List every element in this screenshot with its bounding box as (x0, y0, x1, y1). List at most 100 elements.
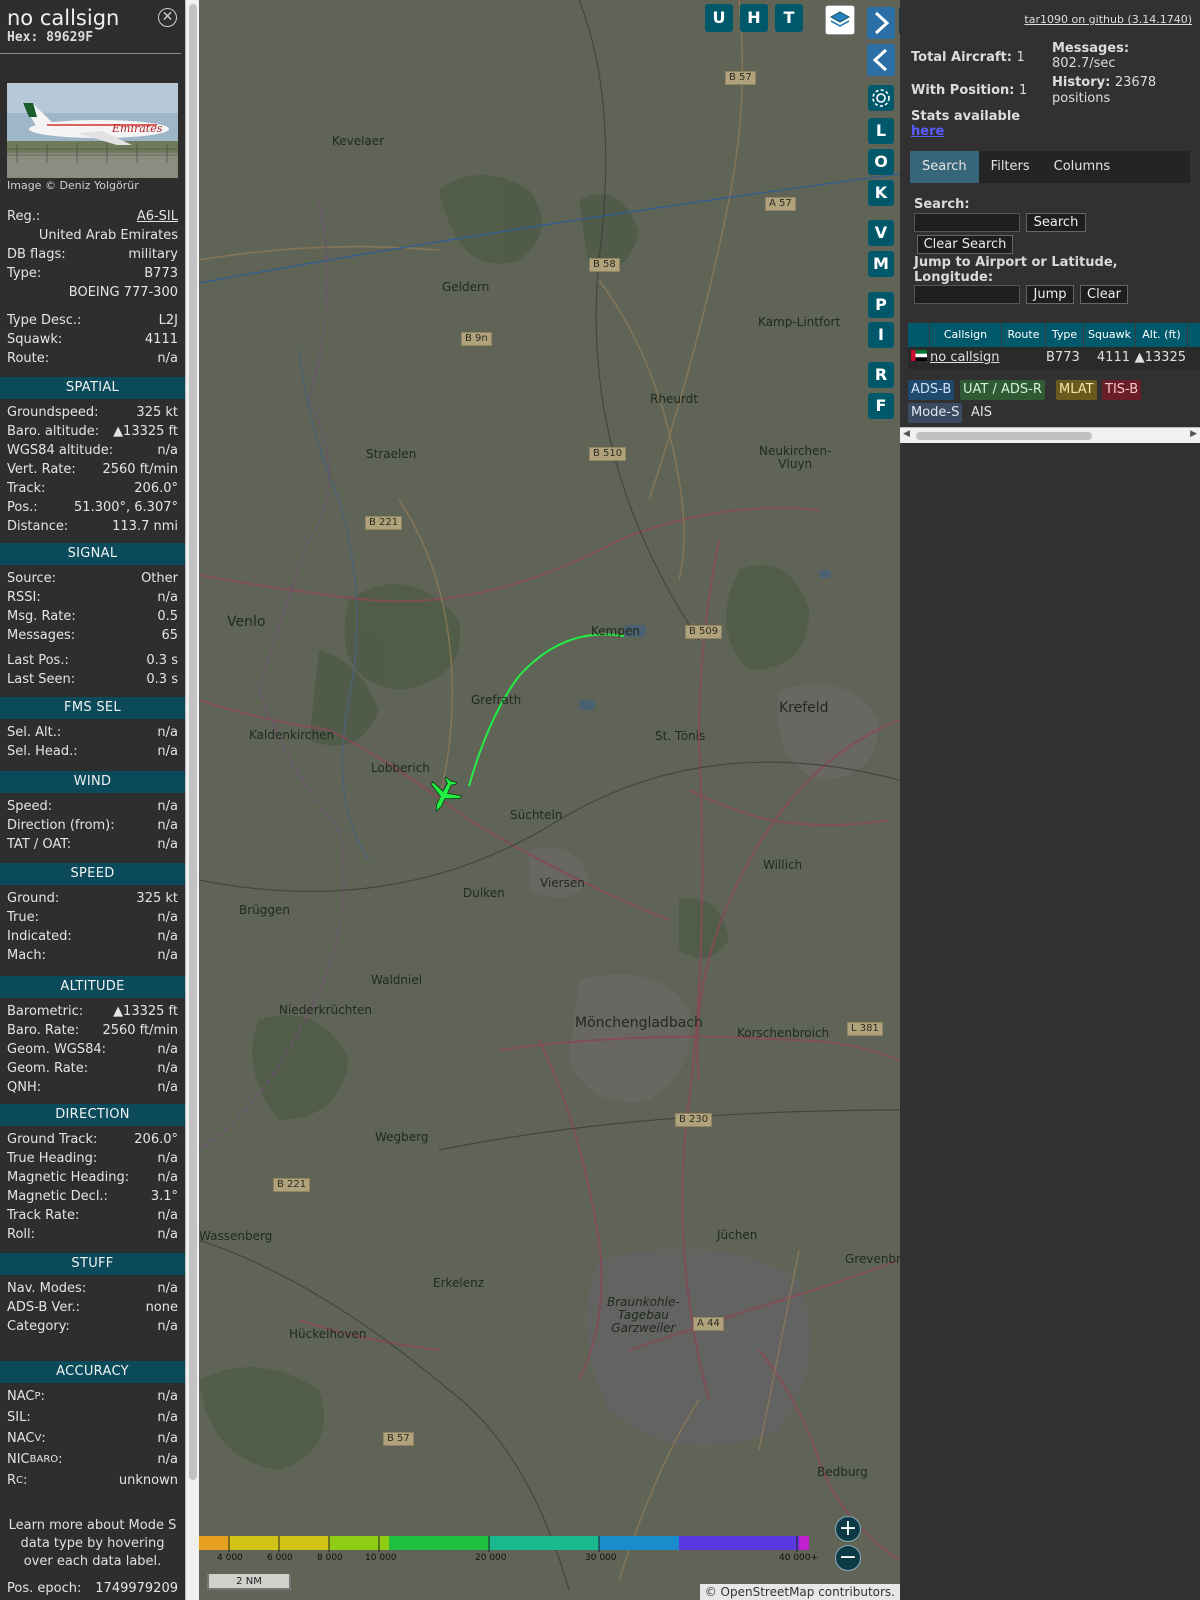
expand-right-arrow-icon[interactable] (867, 7, 895, 39)
jump-button[interactable]: Jump (1026, 285, 1074, 304)
table-row[interactable]: no callsign B773 4111 ▲13325 (908, 347, 1200, 369)
spatial-label[interactable]: Vert. Rate: (7, 461, 76, 479)
aircraft-marker-icon[interactable] (422, 773, 466, 817)
map-button-f[interactable]: F (868, 393, 894, 419)
map-canvas[interactable]: Kevelaer Geldern Kamp-Lintfort Rheurdt Strae… (199, 0, 900, 1600)
map-button-l[interactable]: L (868, 118, 894, 144)
speed-label[interactable]: True: (7, 909, 39, 927)
col-route[interactable]: Route (1002, 323, 1046, 347)
search-input[interactable] (914, 213, 1020, 232)
section-header-spatial[interactable]: SPATIAL (0, 377, 185, 399)
speed-label[interactable]: Mach: (7, 947, 46, 965)
speed-label[interactable]: Ground: (7, 890, 59, 908)
tab-columns[interactable]: Columns (1042, 151, 1123, 183)
speed-label[interactable]: Indicated: (7, 928, 72, 946)
search-button[interactable]: Search (1026, 213, 1086, 232)
source-mlat[interactable]: MLAT (1056, 380, 1097, 400)
layers-icon[interactable] (825, 5, 855, 35)
map-button-i[interactable]: I (868, 322, 894, 348)
map-button-h[interactable]: H (740, 4, 768, 32)
collapse-left-arrow-icon[interactable] (867, 44, 895, 76)
github-link[interactable]: tar1090 on github (3.14.1740) (1024, 13, 1192, 26)
direction-label[interactable]: Ground Track: (7, 1131, 97, 1149)
section-header-direction[interactable]: DIRECTION (0, 1104, 185, 1126)
map-button-u[interactable]: U (705, 4, 733, 32)
section-header-fms[interactable]: FMS SEL (0, 697, 185, 719)
source-ads-b[interactable]: ADS-B (908, 380, 955, 400)
map-button-v[interactable]: V (868, 220, 894, 246)
col-callsign[interactable]: Callsign (930, 323, 1002, 347)
row-callsign[interactable]: no callsign (930, 347, 1046, 369)
spatial-label[interactable]: Track: (7, 480, 45, 498)
signal-label[interactable]: Source: (7, 570, 56, 588)
spatial-label[interactable]: Baro. altitude: (7, 423, 99, 441)
tab-filters[interactable]: Filters (979, 151, 1042, 183)
fms-label[interactable]: Sel. Alt.: (7, 724, 61, 742)
aircraft-photo[interactable]: Emirates (7, 83, 178, 178)
jump-input[interactable] (914, 285, 1020, 304)
accuracy-label[interactable]: NAC (7, 1430, 34, 1448)
map-button-t[interactable]: T (775, 4, 803, 32)
stuff-label[interactable]: Category: (7, 1318, 70, 1336)
spatial-label[interactable]: WGS84 altitude: (7, 442, 113, 460)
table-horizontal-scrollbar[interactable]: ◀ ▶ (900, 427, 1200, 443)
source-uat-ads-r[interactable]: UAT / ADS-R (960, 380, 1045, 400)
clear-search-button[interactable]: Clear Search (917, 235, 1013, 254)
map-button-k[interactable]: K (868, 180, 894, 206)
source-ais[interactable]: AIS (968, 403, 995, 423)
altitude-label[interactable]: Baro. Rate: (7, 1022, 79, 1040)
map-button-p[interactable]: P (868, 292, 894, 318)
zoom-in-button[interactable]: + (835, 1516, 861, 1542)
accuracy-label[interactable]: R (7, 1472, 16, 1490)
direction-label[interactable]: Magnetic Heading: (7, 1169, 129, 1187)
map-button-m[interactable]: M (868, 251, 894, 277)
accuracy-label[interactable]: SIL: (7, 1409, 31, 1427)
altitude-label[interactable]: Geom. Rate: (7, 1060, 88, 1078)
map-button-o[interactable]: O (868, 149, 894, 175)
col-squawk[interactable]: Squawk (1084, 323, 1136, 347)
stuff-label[interactable]: Nav. Modes: (7, 1280, 86, 1298)
signal-label[interactable]: Messages: (7, 627, 75, 645)
direction-label[interactable]: Track Rate: (7, 1207, 79, 1225)
map-button-r[interactable]: R (868, 362, 894, 388)
section-header-wind[interactable]: WIND (0, 771, 185, 793)
clear-jump-button[interactable]: Clear (1080, 285, 1128, 304)
accuracy-label[interactable]: NAC (7, 1388, 34, 1406)
section-header-signal[interactable]: SIGNAL (0, 543, 185, 565)
spatial-label[interactable]: Distance: (7, 518, 68, 536)
spatial-label[interactable]: Groundspeed: (7, 404, 98, 422)
registration-link[interactable]: A6-SIL (137, 208, 178, 226)
stuff-label[interactable]: ADS-B Ver.: (7, 1299, 80, 1317)
direction-label[interactable]: Roll: (7, 1226, 35, 1244)
tab-search[interactable]: Search (910, 151, 979, 183)
settings-gear-icon[interactable] (868, 85, 894, 111)
section-header-altitude[interactable]: ALTITUDE (0, 976, 185, 998)
altitude-label[interactable]: Barometric: (7, 1003, 83, 1021)
col-altitude[interactable]: Alt. (ft) (1136, 323, 1188, 347)
wind-label[interactable]: Direction (from): (7, 817, 115, 835)
col-type[interactable]: Type (1046, 323, 1084, 347)
wind-label[interactable]: TAT / OAT: (7, 836, 71, 854)
source-mode-s[interactable]: Mode-S (908, 403, 963, 423)
altitude-label[interactable]: Geom. WGS84: (7, 1041, 106, 1059)
stats-link[interactable]: here (911, 124, 944, 140)
altitude-label[interactable]: QNH: (7, 1079, 41, 1097)
signal-label[interactable]: Last Pos.: (7, 652, 69, 670)
close-icon[interactable]: ✕ (158, 8, 177, 27)
col-flag[interactable] (908, 323, 930, 347)
map-attribution[interactable]: © OpenStreetMap contributors. (699, 1584, 900, 1600)
section-header-speed[interactable]: SPEED (0, 863, 185, 885)
direction-label[interactable]: Magnetic Decl.: (7, 1188, 108, 1206)
info-panel-scrollbar[interactable] (185, 0, 199, 1600)
signal-label[interactable]: Msg. Rate: (7, 608, 76, 626)
accuracy-label[interactable]: NIC (7, 1451, 30, 1469)
section-header-accuracy[interactable]: ACCURACY (0, 1361, 185, 1383)
spatial-label[interactable]: Pos.: (7, 499, 38, 517)
section-header-stuff[interactable]: STUFF (0, 1253, 185, 1275)
signal-label[interactable]: RSSI: (7, 589, 41, 607)
source-tis-b[interactable]: TIS-B (1102, 380, 1142, 400)
col-more[interactable] (1188, 323, 1200, 347)
fms-label[interactable]: Sel. Head.: (7, 743, 78, 761)
zoom-out-button[interactable]: − (835, 1545, 861, 1571)
wind-label[interactable]: Speed: (7, 798, 52, 816)
